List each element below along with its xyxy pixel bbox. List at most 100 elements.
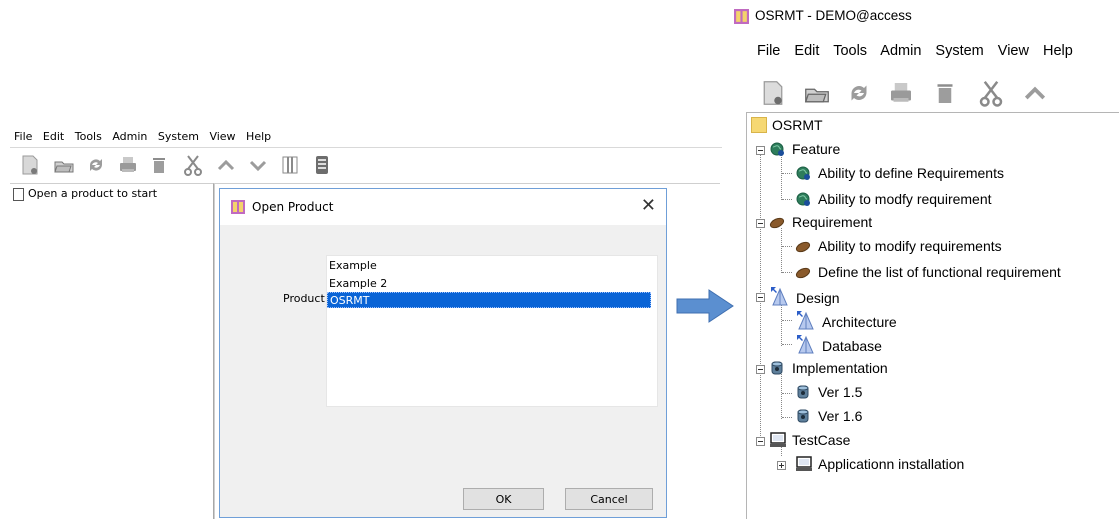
product-item-example-2[interactable]: Example 2 — [329, 276, 387, 292]
tree-node-implementation[interactable]: Implementation — [769, 359, 888, 377]
tree-leaf-requirement-1[interactable]: Ability to modify requirements — [795, 237, 1002, 255]
move-up-icon[interactable] — [1020, 78, 1050, 108]
tree-leaf-label: Architecture — [822, 314, 897, 330]
design-compass-icon — [795, 310, 817, 330]
menu-file[interactable]: File — [757, 43, 780, 59]
menu-view[interactable]: View — [209, 130, 235, 143]
columns-icon[interactable] — [278, 153, 302, 177]
tree-leaf-design-1[interactable]: Architecture — [795, 310, 897, 331]
feature-globe-icon — [795, 165, 813, 181]
requirement-bean-icon — [769, 214, 787, 230]
implementation-cylinder-icon — [795, 384, 813, 400]
testcase-computer-icon — [795, 456, 813, 472]
cut-icon[interactable] — [181, 153, 205, 177]
tree-leaf-label: Ability to define Requirements — [818, 165, 1004, 181]
product-item-example[interactable]: Example — [329, 258, 377, 274]
tree-leaf-feature-2[interactable]: Ability to modfy requirement — [795, 190, 992, 208]
tree-leaf-testcase-1[interactable]: Applicationn installation — [795, 455, 964, 473]
tree-root[interactable]: OSRMT — [751, 116, 823, 134]
window-title: OSRMT - DEMO@access — [755, 8, 912, 23]
menu-edit[interactable]: Edit — [794, 43, 819, 59]
menu-admin[interactable]: Admin — [880, 43, 921, 59]
print-icon[interactable] — [116, 153, 140, 177]
right-toolbar — [746, 68, 1119, 112]
transition-arrow-icon — [675, 288, 735, 329]
delete-icon[interactable] — [930, 78, 960, 108]
ok-button[interactable]: OK — [463, 488, 544, 510]
cancel-button[interactable]: Cancel — [565, 488, 653, 510]
product-item-osrmt[interactable]: OSRMT — [327, 292, 651, 308]
tree-node-implementation-label: Implementation — [792, 360, 888, 376]
app-icon — [734, 9, 749, 24]
collapse-implementation-toggle[interactable] — [756, 365, 765, 374]
tree-leaf-design-2[interactable]: Database — [795, 334, 882, 355]
tree-leaf-implementation-1[interactable]: Ver 1.5 — [795, 383, 862, 401]
close-icon[interactable]: ✕ — [641, 195, 656, 216]
delete-icon[interactable] — [147, 153, 171, 177]
open-folder-icon[interactable] — [52, 153, 76, 177]
open-product-dialog: Open Product ✕ Product Example Example 2… — [219, 188, 667, 518]
menu-system[interactable]: System — [158, 130, 199, 143]
collapse-testcase-toggle[interactable] — [756, 437, 765, 446]
tree-leaf-label: Ability to modify requirements — [818, 238, 1002, 254]
print-icon[interactable] — [886, 78, 916, 108]
collapse-feature-toggle[interactable] — [756, 146, 765, 155]
requirements-tree: OSRMT Feature Ability to define Requirem… — [746, 112, 1119, 519]
tree-leaf-implementation-2[interactable]: Ver 1.6 — [795, 407, 862, 425]
implementation-cylinder-icon — [769, 360, 787, 376]
app-icon — [231, 199, 245, 214]
tree-node-design-label: Design — [796, 290, 840, 306]
tree-leaf-feature-1[interactable]: Ability to define Requirements — [795, 164, 1004, 182]
menu-system[interactable]: System — [935, 43, 983, 59]
feature-globe-icon — [795, 191, 813, 207]
folder-icon — [751, 117, 767, 133]
menu-tools[interactable]: Tools — [75, 130, 102, 143]
product-list[interactable]: Example Example 2 OSRMT — [326, 255, 658, 407]
collapse-requirement-toggle[interactable] — [756, 219, 765, 228]
report-icon[interactable] — [310, 153, 334, 177]
dialog-titlebar: Open Product ✕ — [220, 189, 666, 225]
document-icon — [13, 188, 24, 201]
open-folder-icon[interactable] — [802, 78, 832, 108]
tree-root-label: OSRMT — [772, 117, 823, 133]
left-toolbar — [10, 147, 722, 183]
tree-node-feature[interactable]: Feature — [769, 140, 840, 158]
menu-help[interactable]: Help — [246, 130, 271, 143]
tree-node-design[interactable]: Design — [769, 286, 840, 307]
move-up-icon[interactable] — [214, 153, 238, 177]
menu-tools[interactable]: Tools — [833, 43, 867, 59]
tree-leaf-label: Database — [822, 338, 882, 354]
left-menubar: File Edit Tools Admin System View Help — [14, 130, 278, 143]
new-document-icon[interactable] — [758, 78, 788, 108]
menu-admin[interactable]: Admin — [112, 130, 147, 143]
expand-testcase-item-toggle[interactable] — [777, 461, 786, 470]
product-label: Product — [283, 292, 325, 305]
menu-view[interactable]: View — [998, 43, 1029, 59]
tree-node-requirement-label: Requirement — [792, 214, 873, 230]
cut-icon[interactable] — [976, 78, 1006, 108]
new-document-icon[interactable] — [18, 153, 42, 177]
tree-placeholder: Open a product to start — [28, 187, 158, 200]
collapse-design-toggle[interactable] — [756, 293, 765, 302]
menu-file[interactable]: File — [14, 130, 32, 143]
tree-leaf-label: Ver 1.6 — [818, 408, 863, 424]
testcase-computer-icon — [769, 432, 787, 448]
tree-leaf-label: Applicationn installation — [818, 456, 965, 472]
tree-node-requirement[interactable]: Requirement — [769, 213, 872, 231]
refresh-icon[interactable] — [844, 78, 874, 108]
tree-leaf-label: Define the list of functional requiremen… — [818, 264, 1061, 280]
refresh-icon[interactable] — [84, 153, 108, 177]
tree-node-feature-label: Feature — [792, 141, 841, 157]
design-compass-icon — [769, 286, 791, 306]
menu-edit[interactable]: Edit — [43, 130, 64, 143]
feature-globe-icon — [769, 141, 787, 157]
tree-leaf-requirement-2[interactable]: Define the list of functional requiremen… — [795, 263, 1061, 281]
tree-leaf-label: Ver 1.5 — [818, 384, 863, 400]
requirement-bean-icon — [795, 264, 813, 280]
move-down-icon[interactable] — [246, 153, 270, 177]
product-tree-pane: Open a product to start — [10, 183, 214, 519]
menu-help[interactable]: Help — [1043, 43, 1073, 59]
tree-node-testcase[interactable]: TestCase — [769, 431, 850, 449]
implementation-cylinder-icon — [795, 408, 813, 424]
design-compass-icon — [795, 334, 817, 354]
